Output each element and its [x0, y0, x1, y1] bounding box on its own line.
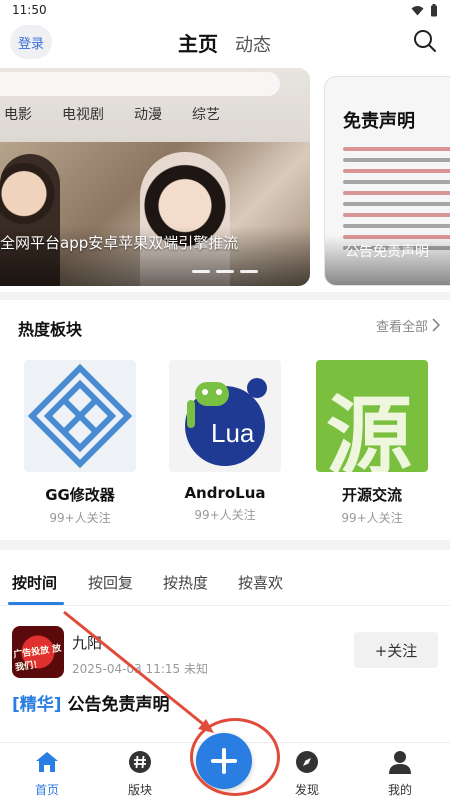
tab-dynamic[interactable]: 动态	[235, 31, 271, 57]
user-icon	[389, 751, 411, 774]
view-all-link[interactable]: 查看全部	[376, 316, 428, 335]
compass-icon	[296, 751, 318, 773]
status-bar: 11:50	[0, 0, 450, 22]
nav-discover[interactable]: 发现	[262, 743, 352, 800]
hot-boards-section: 热度板块 查看全部 GG修改器 99+人关注 Lua AndroLua 99+人…	[0, 300, 450, 540]
section-title: 热度板块	[18, 320, 83, 339]
board-name: AndroLua	[184, 484, 266, 502]
opensource-logo-text: 源	[326, 386, 412, 472]
banner-category: 综艺	[192, 107, 220, 123]
carousel-indicator	[192, 270, 258, 273]
home-icon	[36, 752, 58, 772]
top-header: 登录 主页 动态	[0, 22, 450, 64]
banner-main-slide[interactable]: 开 电影 电视剧 动漫 综艺 全网平台app安卓苹果双端引擎推流	[0, 68, 310, 286]
create-post-button[interactable]	[196, 733, 252, 789]
androlua-logo-icon: Lua	[169, 360, 281, 472]
banner-image	[0, 142, 310, 286]
post-title-text: 公告免责声明	[67, 695, 170, 715]
board-card-androlua[interactable]: Lua AndroLua 99+人关注	[165, 360, 285, 523]
tab-sort-time[interactable]: 按时间	[12, 572, 57, 593]
system-icons	[411, 4, 438, 17]
nav-home[interactable]: 首页	[2, 743, 92, 800]
nav-boards[interactable]: 版块	[95, 743, 185, 800]
section-divider	[0, 292, 450, 300]
avatar[interactable]: 广告投放 放我们！	[12, 626, 64, 678]
board-followers: 99+人关注	[341, 511, 403, 525]
board-name: GG修改器	[45, 486, 115, 504]
hashtag-icon	[129, 751, 151, 773]
post-meta: 2025-04-03 11:15 未知	[72, 662, 208, 676]
battery-icon	[431, 4, 437, 17]
sort-tabs: 按时间 按回复 按热度 按喜欢	[0, 562, 450, 606]
search-icon[interactable]	[412, 28, 438, 54]
banner-side-title: 免责声明	[343, 111, 415, 132]
essence-tag: [精华]	[12, 695, 62, 715]
board-followers: 99+人关注	[194, 508, 256, 522]
banner-caption: 全网平台app安卓苹果双端引擎推流	[0, 234, 239, 252]
nav-label: 首页	[34, 783, 59, 797]
banner-category: 电影	[4, 107, 32, 123]
banner-search-pill: 开	[0, 72, 280, 96]
nav-mine[interactable]: 我的	[355, 743, 445, 800]
post-item[interactable]: 广告投放 放我们！ 九阳 2025-04-03 11:15 未知 +关注 [精华…	[0, 620, 450, 730]
plus-icon	[211, 748, 237, 774]
carousel-dot	[216, 270, 234, 273]
board-card-opensource[interactable]: 源 开源交流 99+人关注	[312, 360, 432, 526]
tab-home[interactable]: 主页	[178, 28, 218, 57]
banner-side-caption: 公告免责声明	[345, 244, 429, 260]
post-author[interactable]: 九阳	[72, 632, 102, 653]
carousel-dot	[192, 270, 210, 273]
login-button[interactable]: 登录	[10, 25, 52, 59]
androlua-logo-text: Lua	[211, 418, 255, 448]
nav-label: 发现	[294, 783, 319, 797]
tab-sort-hot[interactable]: 按热度	[163, 572, 208, 593]
tab-sort-like[interactable]: 按喜欢	[238, 572, 283, 593]
banner-category: 动漫	[134, 107, 162, 123]
carousel-dot	[240, 270, 258, 273]
nav-label: 我的	[387, 783, 412, 797]
follow-button[interactable]: +关注	[354, 632, 438, 668]
wifi-icon	[411, 6, 424, 16]
board-name: 开源交流	[341, 486, 402, 504]
avatar-text: 广告投放 放我们！	[12, 643, 62, 674]
banner-categories: 电影 电视剧 动漫 综艺	[4, 104, 220, 124]
active-tab-indicator	[8, 602, 64, 605]
gg-logo-icon	[24, 360, 136, 472]
section-divider	[0, 540, 450, 550]
banner-category: 电视剧	[62, 107, 104, 123]
board-followers: 99+人关注	[49, 511, 111, 525]
status-time: 11:50	[12, 3, 47, 17]
board-card-gg[interactable]: GG修改器 99+人关注	[20, 360, 140, 526]
tab-sort-reply[interactable]: 按回复	[88, 572, 133, 593]
post-title[interactable]: [精华] 公告免责声明	[12, 690, 169, 715]
opensource-logo-icon: 源	[316, 360, 428, 472]
nav-label: 版块	[127, 783, 152, 797]
banner-carousel[interactable]: 开 电影 电视剧 动漫 综艺 全网平台app安卓苹果双端引擎推流 免责声明 公告…	[0, 68, 450, 290]
banner-side-slide[interactable]: 免责声明 公告免责声明	[324, 76, 450, 286]
chevron-right-icon[interactable]	[432, 318, 440, 332]
